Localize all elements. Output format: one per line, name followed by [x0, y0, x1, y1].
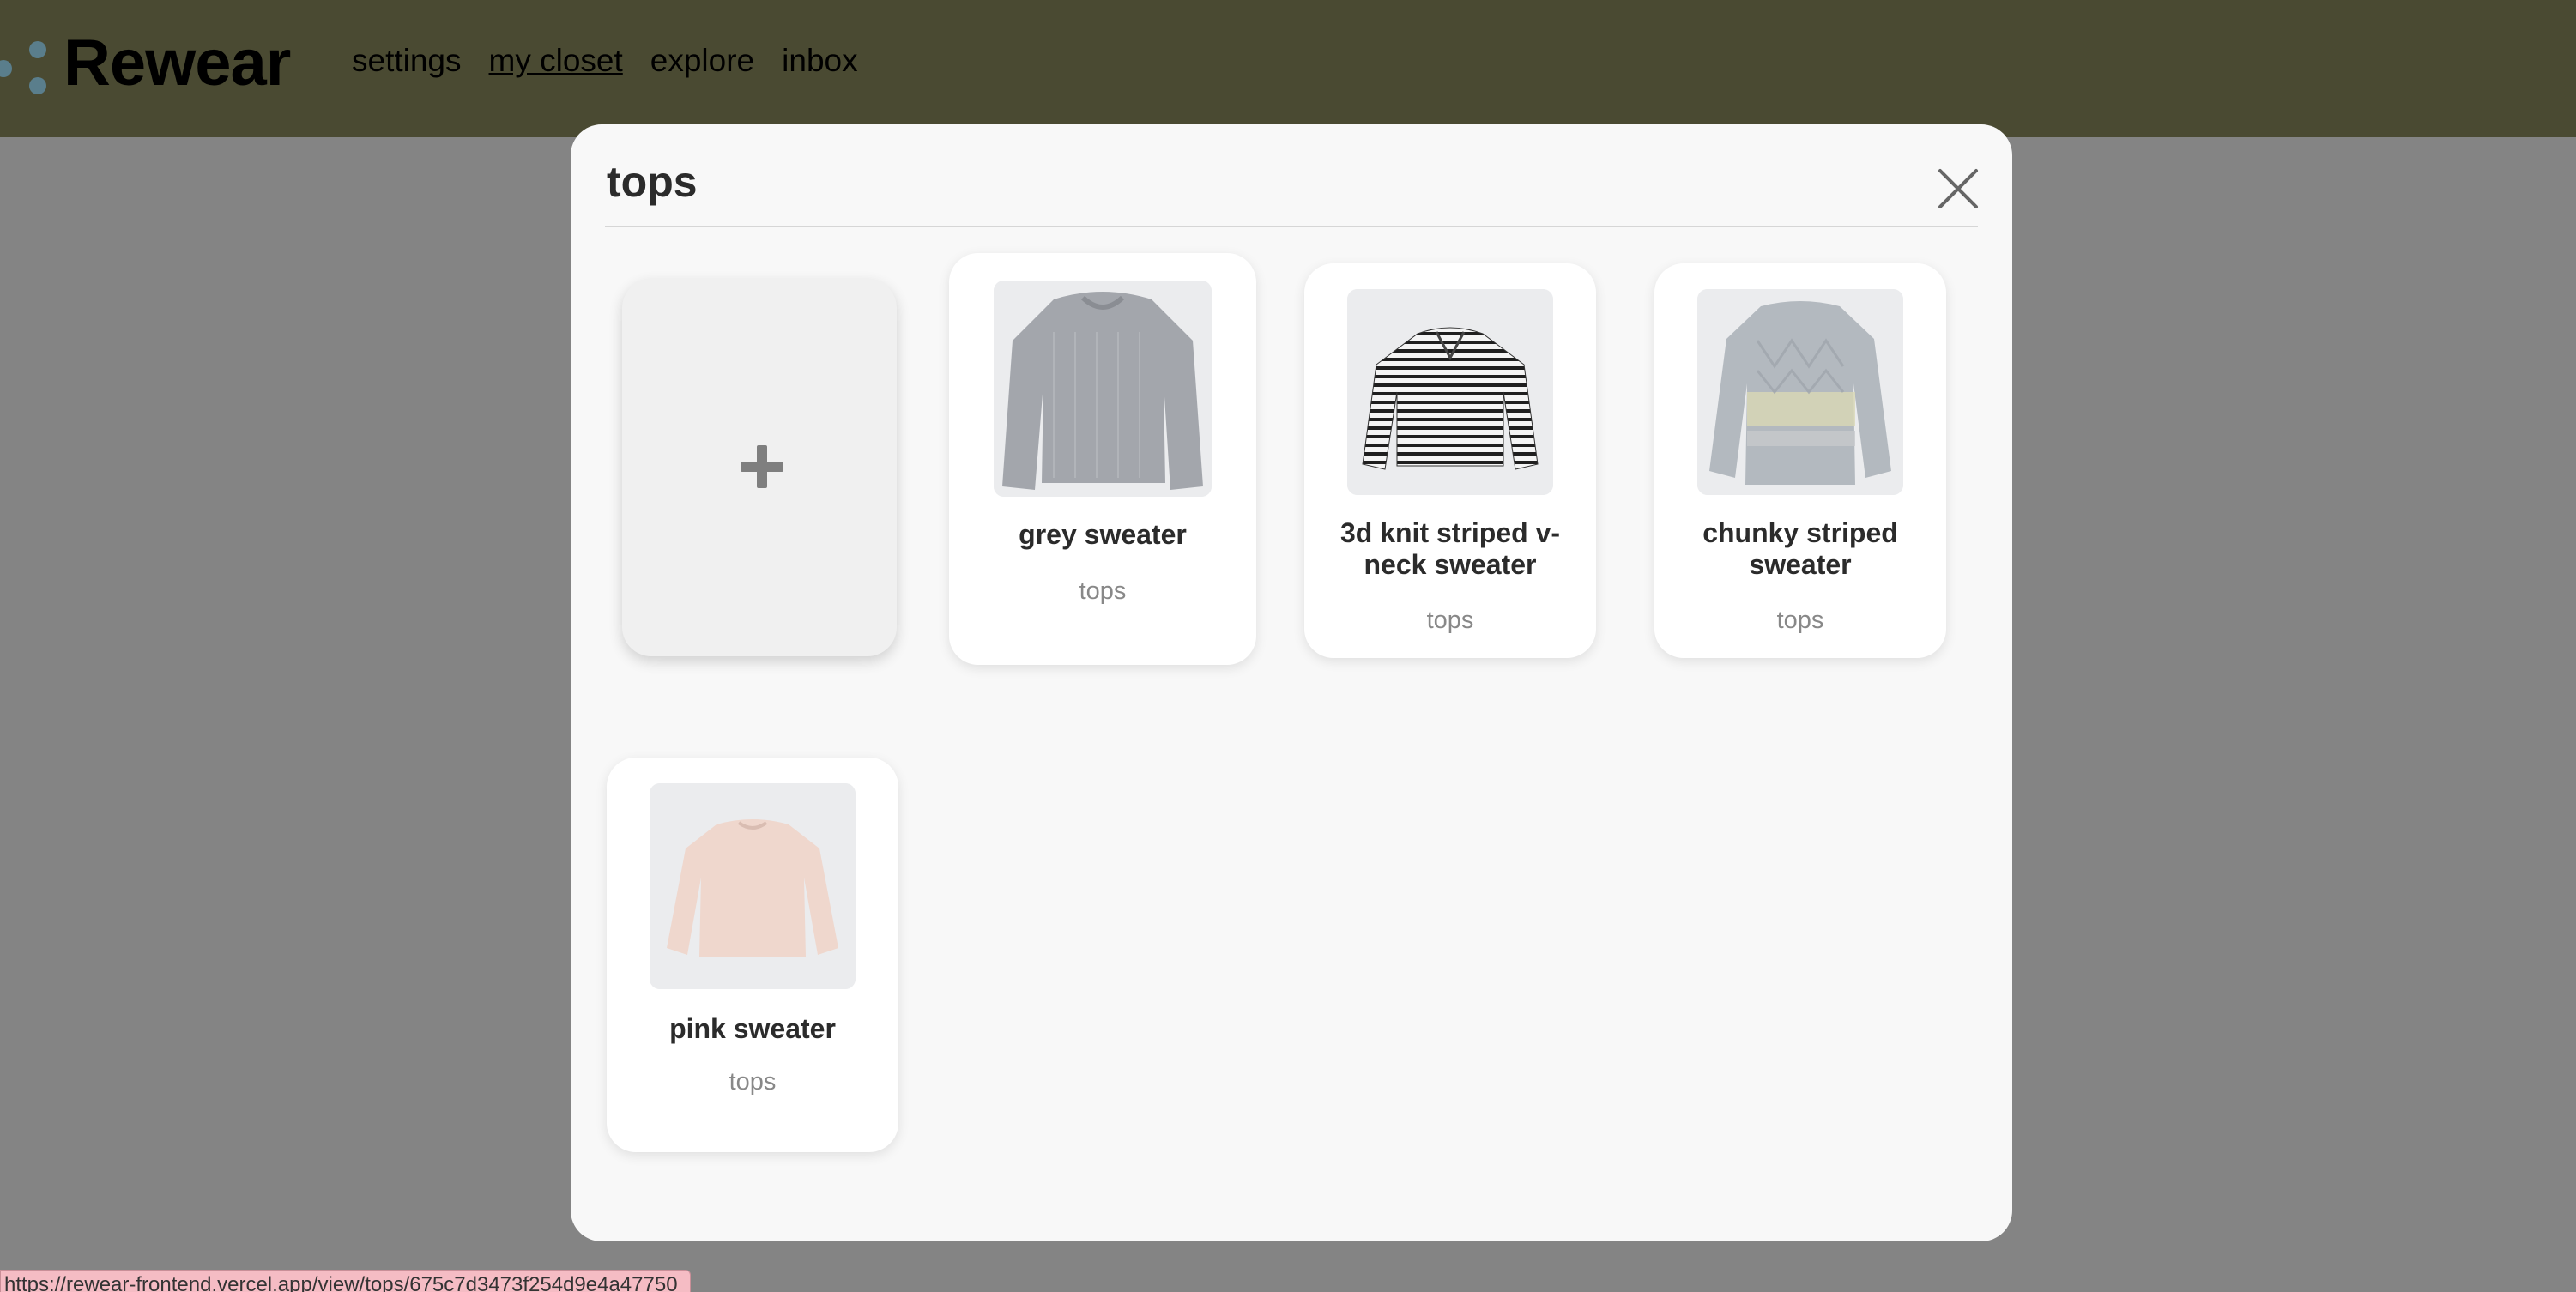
item-category: tops [1079, 577, 1127, 605]
nav-explore[interactable]: explore [650, 43, 754, 79]
modal-divider [605, 226, 1978, 227]
item-category: tops [1426, 607, 1474, 634]
grey-sweater-image [994, 281, 1212, 497]
close-button[interactable] [1933, 164, 1983, 214]
top-navbar: Rewear settings my closet explore inbox [0, 0, 2576, 137]
app-logo[interactable]: Rewear [63, 26, 291, 100]
item-name: grey sweater [1019, 519, 1187, 550]
item-category: tops [1776, 607, 1824, 634]
modal-title: tops [607, 158, 698, 206]
item-name: chunky striped sweater [1702, 517, 1898, 580]
close-icon [1938, 169, 1978, 208]
striped-sweater-image [1347, 289, 1553, 495]
item-name: 3d knit striped v-neck sweater [1339, 517, 1561, 580]
item-card[interactable]: chunky striped sweater tops [1654, 263, 1946, 658]
status-bar-url: https://rewear-frontend.vercel.app/view/… [0, 1270, 691, 1292]
add-item-button[interactable] [622, 279, 897, 656]
category-modal: tops grey sweater tops 3d knit striped v… [571, 124, 2012, 1241]
item-card[interactable]: pink sweater tops [607, 758, 898, 1152]
nav-inbox[interactable]: inbox [782, 43, 857, 79]
nav-settings[interactable]: settings [352, 43, 462, 79]
pink-sweater-image [650, 783, 856, 989]
item-card[interactable]: 3d knit striped v-neck sweater tops [1304, 263, 1596, 658]
plus-icon [741, 445, 783, 488]
logo-mark [0, 0, 60, 137]
item-card[interactable]: grey sweater tops [949, 253, 1256, 665]
nav-my-closet[interactable]: my closet [489, 43, 623, 79]
chunky-sweater-image [1697, 289, 1903, 495]
item-category: tops [729, 1068, 777, 1096]
main-nav: settings my closet explore inbox [352, 43, 886, 79]
item-name: pink sweater [669, 1013, 836, 1044]
